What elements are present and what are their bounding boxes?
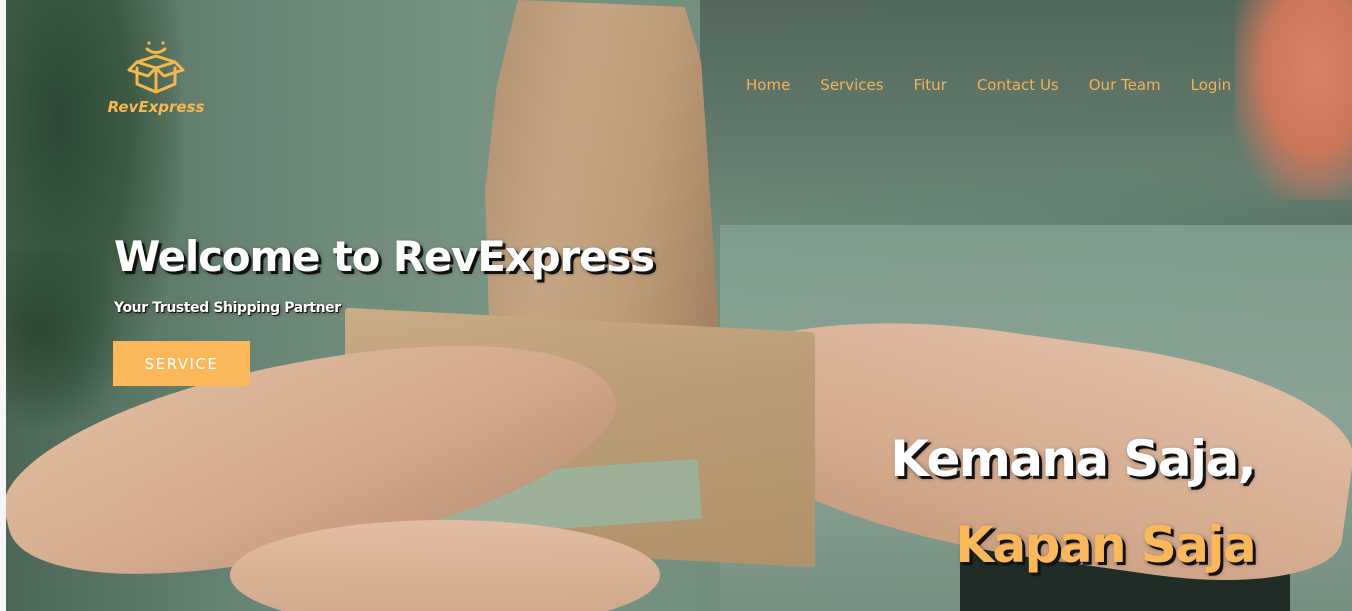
main-nav: Home Services Fitur Contact Us Our Team …: [746, 76, 1231, 94]
nav-our-team[interactable]: Our Team: [1089, 76, 1161, 94]
tagline-line-1: Kemana Saja,: [890, 430, 1256, 488]
nav-contact-us[interactable]: Contact Us: [977, 76, 1059, 94]
nav-services[interactable]: Services: [820, 76, 883, 94]
smiling-box-icon: [102, 38, 210, 96]
hero-title: Welcome to RevExpress: [114, 232, 655, 281]
service-button[interactable]: SERVICE: [113, 341, 250, 386]
brand-logo[interactable]: RevExpress: [102, 38, 210, 116]
brand-name: RevExpress: [107, 98, 205, 116]
tagline-line-2: Kapan Saja: [955, 516, 1256, 574]
hero-section: RevExpress Home Services Fitur Contact U…: [0, 0, 1352, 611]
nav-fitur[interactable]: Fitur: [914, 76, 947, 94]
nav-login[interactable]: Login: [1191, 76, 1231, 94]
nav-home[interactable]: Home: [746, 76, 790, 94]
hero-subtitle: Your Trusted Shipping Partner: [114, 300, 341, 316]
